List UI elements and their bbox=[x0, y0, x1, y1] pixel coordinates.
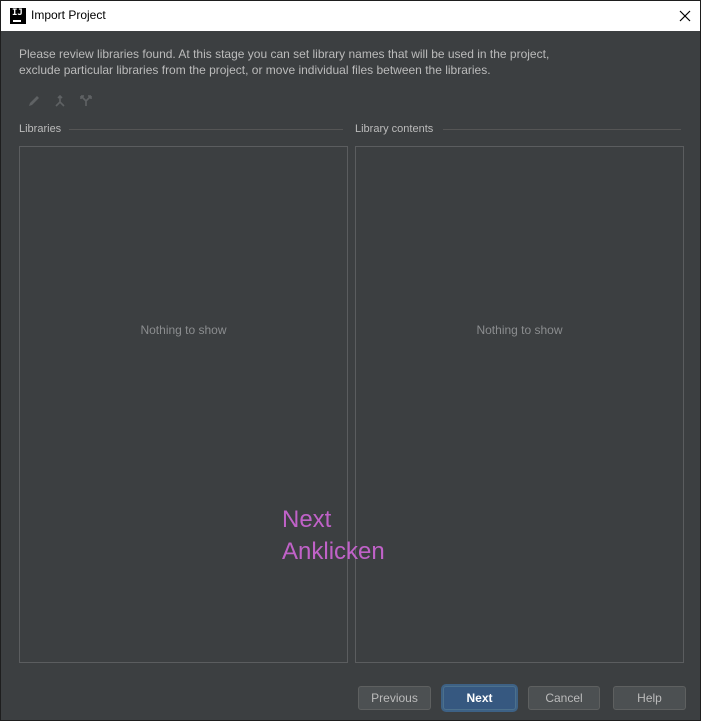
merge-libraries-button[interactable] bbox=[52, 93, 68, 109]
help-button[interactable]: Help bbox=[613, 686, 686, 710]
import-project-dialog: IJ Import Project Please review librarie… bbox=[0, 0, 701, 721]
previous-button[interactable]: Previous bbox=[358, 686, 431, 710]
libraries-separator bbox=[69, 129, 343, 130]
overlay-annotation: Next Anklicken bbox=[282, 504, 385, 568]
description-line-1: Please review libraries found. At this s… bbox=[19, 47, 550, 61]
description-line-2: exclude particular libraries from the pr… bbox=[19, 63, 491, 77]
library-contents-empty-text: Nothing to show bbox=[476, 323, 563, 337]
title-bar: IJ Import Project bbox=[1, 1, 700, 31]
libraries-label: Libraries bbox=[19, 123, 62, 135]
edit-icon bbox=[29, 96, 39, 106]
rename-library-button[interactable] bbox=[26, 93, 42, 109]
library-contents-label: Library contents bbox=[355, 123, 434, 135]
close-button[interactable] bbox=[670, 1, 700, 31]
split-library-button[interactable] bbox=[78, 93, 94, 109]
library-contents-separator bbox=[443, 129, 681, 130]
merge-icon bbox=[55, 94, 65, 107]
next-button[interactable]: Next bbox=[443, 686, 516, 710]
library-contents-list[interactable]: Nothing to show bbox=[355, 146, 684, 663]
intellij-app-icon: IJ bbox=[10, 8, 26, 24]
cancel-button[interactable]: Cancel bbox=[528, 686, 600, 710]
window-title: Import Project bbox=[31, 8, 106, 22]
description-text: Please review libraries found. At this s… bbox=[19, 46, 659, 78]
split-icon bbox=[80, 95, 92, 106]
annotation-line-2: Anklicken bbox=[282, 538, 385, 565]
libraries-empty-text: Nothing to show bbox=[140, 323, 227, 337]
libraries-list[interactable]: Nothing to show bbox=[19, 146, 348, 663]
close-icon bbox=[679, 10, 691, 22]
annotation-line-1: Next bbox=[282, 506, 332, 533]
